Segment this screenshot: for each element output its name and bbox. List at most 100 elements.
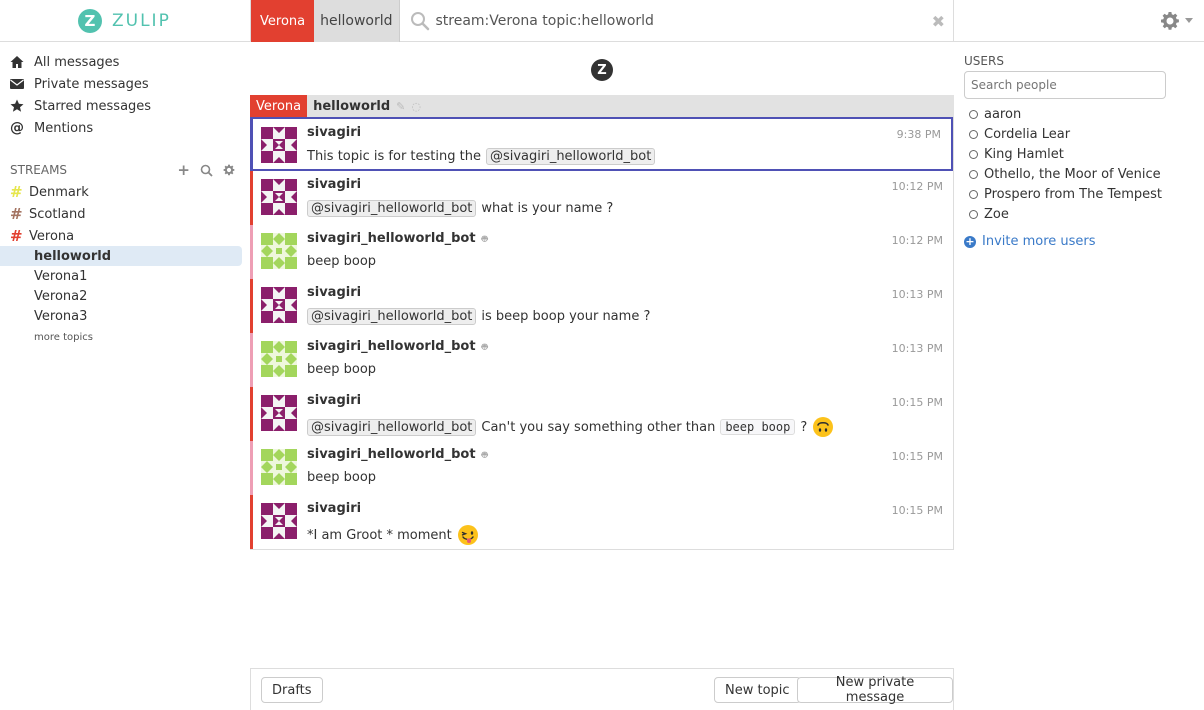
pencil-icon[interactable]: ✎: [396, 100, 405, 113]
message-content: @sivagiri_helloworld_bot what is your na…: [307, 200, 613, 217]
chevron-down-icon[interactable]: [1185, 18, 1193, 23]
message-row[interactable]: sivagiri_helloworld_bot 🤖︎ 10:13 PM beep…: [250, 333, 953, 387]
message-time[interactable]: 10:15 PM: [892, 450, 943, 463]
message-content: beep boop: [307, 470, 376, 485]
left-sidebar: All messages Private messages Starred me…: [0, 42, 250, 710]
topic-item-helloworld[interactable]: helloworld: [0, 246, 242, 266]
avatar[interactable]: [261, 233, 297, 269]
message-time[interactable]: 10:15 PM: [892, 504, 943, 517]
message-text: beep boop: [307, 362, 377, 377]
message-row[interactable]: sivagiri 10:15 PM @sivagiri_helloworld_b…: [250, 387, 953, 441]
invite-users-link[interactable]: + Invite more users: [964, 234, 1096, 249]
recipient-bar: Verona helloworld ✎ ◌: [250, 95, 954, 117]
sender-name[interactable]: sivagiri: [307, 125, 361, 140]
sender-name[interactable]: sivagiri_helloworld_bot 🤖︎: [307, 231, 488, 246]
message-time[interactable]: 10:12 PM: [892, 234, 943, 247]
message-row[interactable]: sivagiri 10:15 PM *I am Groot * moment: [250, 495, 953, 549]
sender-name[interactable]: sivagiri: [307, 177, 361, 192]
search-people-input[interactable]: [964, 71, 1166, 99]
close-icon[interactable]: ✖: [932, 12, 945, 31]
new-topic-button[interactable]: New topic: [714, 677, 801, 703]
users-title: USERS: [964, 54, 1004, 68]
avatar[interactable]: [261, 287, 297, 323]
message-row[interactable]: sivagiri 9:38 PM This topic is for testi…: [250, 117, 953, 171]
avatar[interactable]: [261, 179, 297, 215]
user-item[interactable]: Prospero from The Tempest: [969, 184, 1162, 204]
recipient-topic-label[interactable]: helloworld: [307, 99, 396, 114]
sender-name-text: sivagiri_helloworld_bot: [307, 231, 476, 246]
avatar[interactable]: [261, 127, 297, 163]
user-mention[interactable]: @sivagiri_helloworld_bot: [307, 418, 477, 436]
user-name: Zoe: [984, 206, 1009, 222]
invite-label: Invite more users: [982, 234, 1096, 249]
user-mention[interactable]: @sivagiri_helloworld_bot: [485, 148, 656, 165]
message-time[interactable]: 10:15 PM: [892, 396, 943, 409]
user-name: King Hamlet: [984, 146, 1064, 162]
message-row[interactable]: sivagiri_helloworld_bot 🤖︎ 10:12 PM beep…: [250, 225, 953, 279]
sender-name[interactable]: sivagiri: [307, 285, 361, 300]
user-item[interactable]: King Hamlet: [969, 144, 1064, 164]
message-time[interactable]: 10:12 PM: [892, 180, 943, 193]
user-item[interactable]: Zoe: [969, 204, 1009, 224]
user-mention[interactable]: @sivagiri_helloworld_bot: [307, 308, 477, 325]
drafts-button[interactable]: Drafts: [261, 677, 323, 703]
user-mention[interactable]: @sivagiri_helloworld_bot: [307, 200, 477, 217]
avatar[interactable]: [261, 395, 297, 431]
presence-circle-icon: [969, 109, 978, 119]
sender-name[interactable]: sivagiri: [307, 393, 361, 408]
stream-item-verona[interactable]: # Verona: [10, 226, 74, 246]
sender-name[interactable]: sivagiri: [307, 501, 361, 516]
stream-settings-gear-icon[interactable]: [223, 164, 235, 176]
new-private-message-button[interactable]: New private message: [797, 675, 953, 705]
top-navbar: Z ZULIP Verona helloworld stream:Verona …: [0, 0, 1204, 42]
sender-name-text: sivagiri_helloworld_bot: [307, 447, 476, 462]
user-item[interactable]: Cordelia Lear: [969, 124, 1070, 144]
search-streams-icon[interactable]: [200, 164, 213, 177]
hash-icon: #: [10, 227, 23, 245]
topic-item-verona2[interactable]: Verona2: [0, 286, 87, 306]
narrow-topic-breadcrumb[interactable]: helloworld: [314, 0, 400, 42]
message-time[interactable]: 10:13 PM: [892, 288, 943, 301]
avatar[interactable]: [261, 341, 297, 377]
message-row[interactable]: sivagiri_helloworld_bot 🤖︎ 10:15 PM beep…: [250, 441, 953, 495]
sender-name[interactable]: sivagiri_helloworld_bot 🤖︎: [307, 447, 488, 462]
topic-item-verona3[interactable]: Verona3: [0, 306, 87, 326]
search-icon: [410, 12, 429, 31]
recipient-stream-label[interactable]: Verona: [250, 95, 308, 117]
stream-item-denmark[interactable]: # Denmark: [10, 182, 89, 202]
user-item[interactable]: aaron: [969, 104, 1021, 124]
nav-mentions[interactable]: @ Mentions: [10, 118, 93, 138]
presence-circle-icon: [969, 129, 978, 139]
message-time[interactable]: 9:38 PM: [897, 128, 941, 141]
right-sidebar: USERS aaron Cordelia Lear King Hamlet Ot…: [954, 42, 1204, 710]
nav-all-messages[interactable]: All messages: [10, 52, 119, 72]
brand-logo-link[interactable]: Z ZULIP: [78, 9, 171, 33]
nav-starred-messages[interactable]: Starred messages: [10, 96, 151, 116]
message-time[interactable]: 10:13 PM: [892, 342, 943, 355]
narrow-stream-breadcrumb[interactable]: Verona: [251, 0, 315, 42]
gear-icon[interactable]: [1160, 11, 1180, 31]
stream-name: Denmark: [29, 184, 89, 200]
sender-name[interactable]: sivagiri_helloworld_bot 🤖︎: [307, 339, 488, 354]
add-stream-icon[interactable]: +: [177, 161, 190, 179]
more-topics-link[interactable]: more topics: [34, 332, 93, 343]
avatar[interactable]: [261, 449, 297, 485]
nav-private-messages[interactable]: Private messages: [10, 74, 149, 94]
nav-label: All messages: [34, 54, 120, 70]
sender-name-text: sivagiri: [307, 393, 362, 408]
avatar[interactable]: [261, 503, 297, 539]
stream-item-scotland[interactable]: # Scotland: [10, 204, 86, 224]
streams-title: STREAMS: [10, 163, 68, 177]
sender-name-text: sivagiri: [307, 501, 362, 516]
message-row[interactable]: sivagiri 10:12 PM @sivagiri_helloworld_b…: [250, 171, 953, 225]
search-input[interactable]: stream:Verona topic:helloworld ✖: [400, 0, 954, 42]
eye-slash-icon[interactable]: ◌: [411, 100, 421, 113]
user-item[interactable]: Othello, the Moor of Venice: [969, 164, 1161, 184]
message-text-end: ?: [800, 419, 808, 435]
message-list: sivagiri 9:38 PM This topic is for testi…: [250, 117, 954, 550]
message-row[interactable]: sivagiri 10:13 PM @sivagiri_helloworld_b…: [250, 279, 953, 333]
topic-item-verona1[interactable]: Verona1: [0, 266, 87, 286]
bot-icon: 🤖︎: [481, 233, 488, 245]
at-icon: @: [10, 120, 24, 136]
bot-icon: 🤖︎: [481, 341, 488, 353]
